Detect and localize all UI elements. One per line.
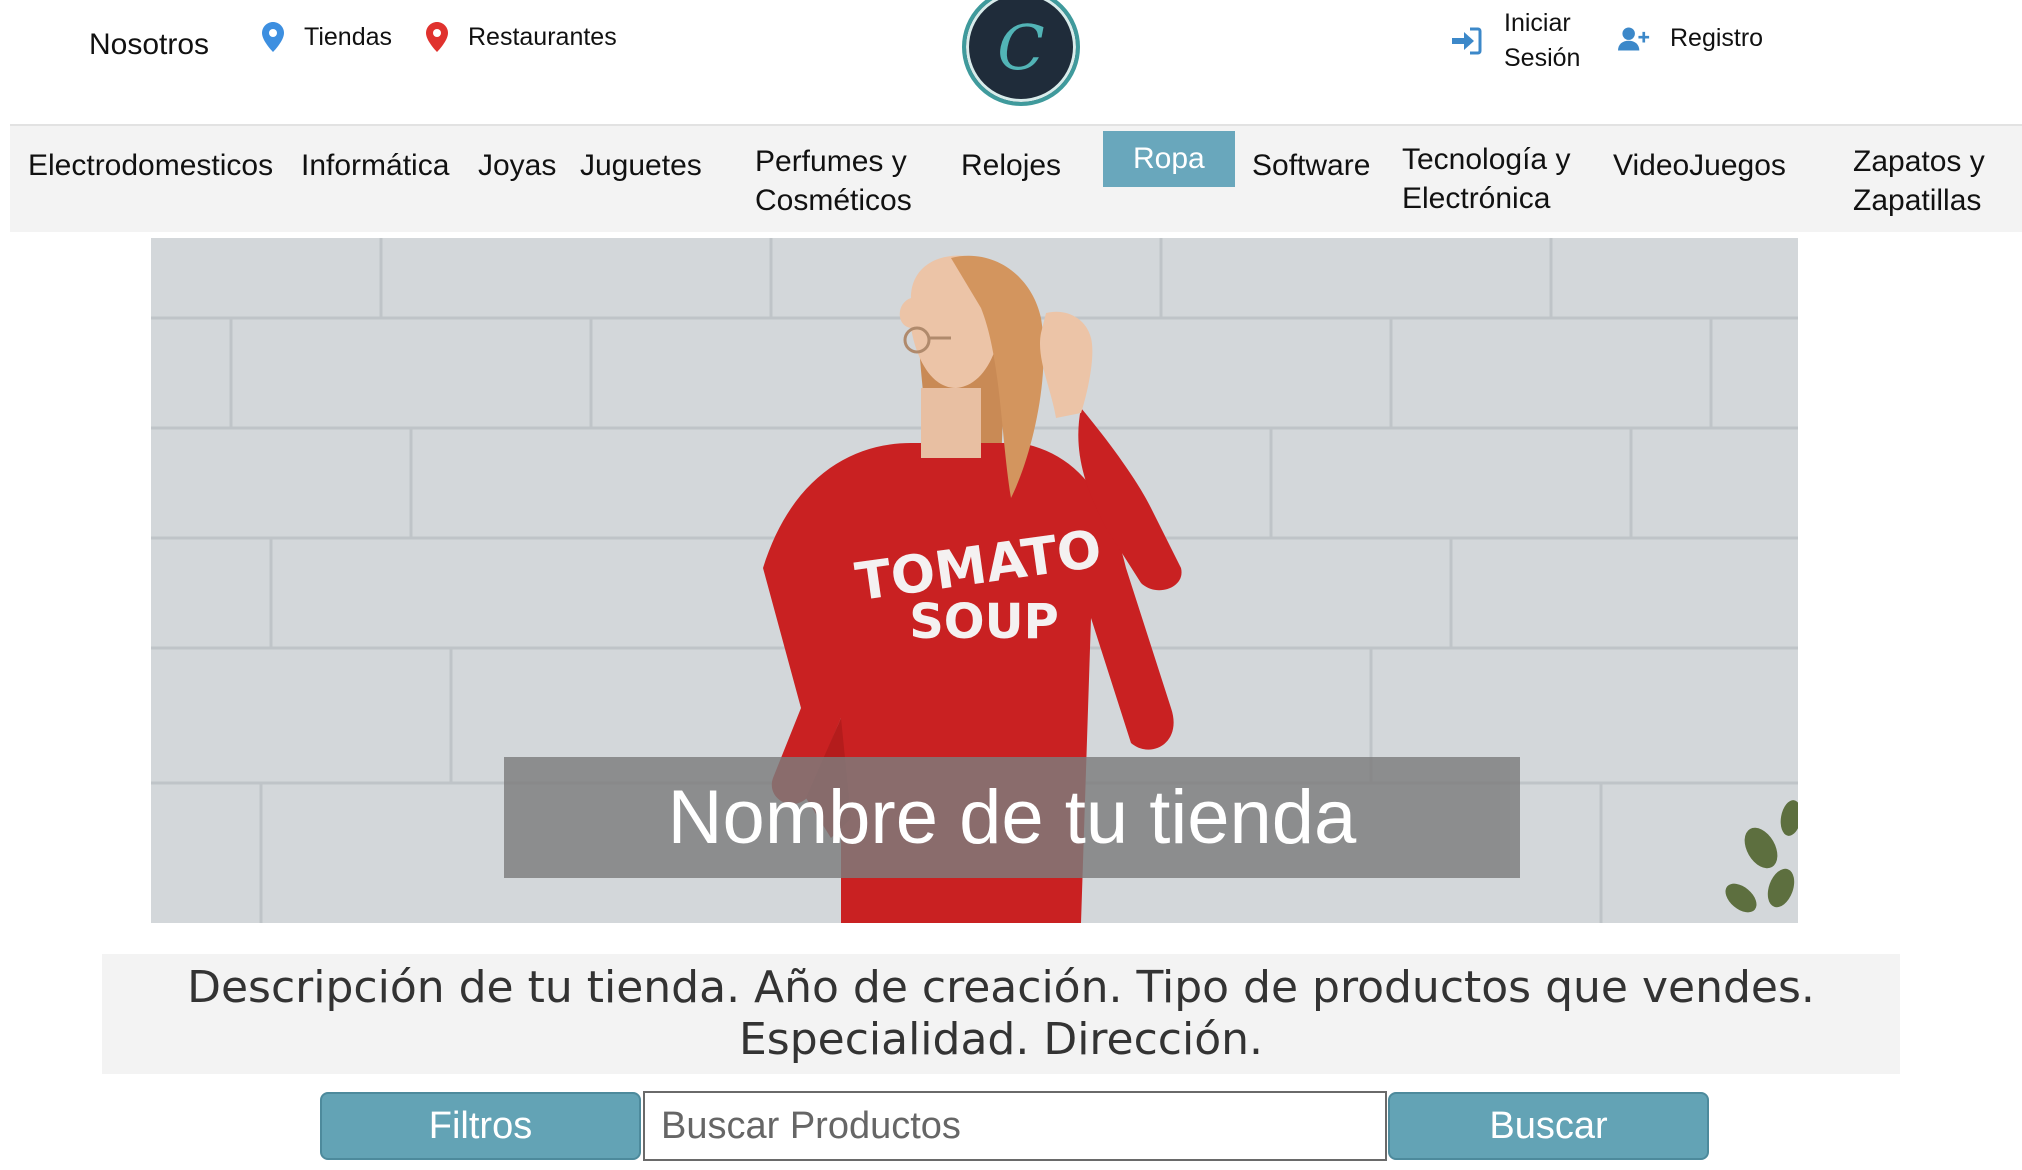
store-banner: TOMATO SOUP Nombre de tu tienda bbox=[151, 238, 1798, 923]
category-label-line-2: Cosméticos bbox=[755, 184, 912, 217]
filters-button[interactable]: Filtros bbox=[320, 1092, 641, 1160]
category-juguetes[interactable]: Juguetes bbox=[580, 146, 702, 185]
tiendas-label: Tiendas bbox=[304, 22, 393, 51]
login-link[interactable]: Iniciar Sesión bbox=[1450, 6, 1580, 76]
category-label: Ropa bbox=[1133, 142, 1205, 175]
map-pin-icon bbox=[426, 22, 448, 52]
category-informatica[interactable]: Informática bbox=[301, 146, 449, 185]
nosotros-label: Nosotros bbox=[89, 28, 210, 61]
registro-label: Registro bbox=[1670, 24, 1764, 52]
category-label-line-1: Perfumes y bbox=[755, 145, 907, 178]
category-label: Juguetes bbox=[580, 149, 702, 182]
category-nav: Electrodomesticos Informática Joyas Jugu… bbox=[10, 124, 2022, 232]
category-joyas[interactable]: Joyas bbox=[478, 146, 556, 185]
user-plus-icon bbox=[1618, 26, 1650, 51]
nav-restaurantes-link[interactable]: Restaurantes bbox=[426, 22, 617, 52]
shirt-print-line-2: SOUP bbox=[909, 594, 1059, 650]
category-label-line-1: Zapatos y bbox=[1853, 145, 1985, 178]
category-label-line-2: Electrónica bbox=[1402, 182, 1551, 215]
category-electrodomesticos[interactable]: Electrodomesticos bbox=[28, 146, 273, 185]
site-logo[interactable]: C bbox=[962, 0, 1080, 106]
sign-in-icon bbox=[1452, 27, 1482, 55]
login-line-2: Sesión bbox=[1504, 44, 1581, 72]
nav-tiendas-link[interactable]: Tiendas bbox=[262, 22, 392, 52]
store-name-title: Nombre de tu tienda bbox=[504, 757, 1520, 878]
store-description-line-2: Especialidad. Dirección. bbox=[738, 1014, 1264, 1065]
category-zapatos-zapatillas[interactable]: Zapatos y Zapatillas bbox=[1853, 142, 1985, 220]
category-relojes[interactable]: Relojes bbox=[961, 146, 1061, 185]
category-label: Informática bbox=[301, 149, 450, 182]
category-tecnologia-electronica[interactable]: Tecnología y Electrónica bbox=[1402, 140, 1570, 218]
top-bar: Nosotros Tiendas Restaurantes C Iniciar … bbox=[0, 0, 2022, 124]
restaurantes-label: Restaurantes bbox=[468, 22, 617, 51]
register-link[interactable]: Registro bbox=[1618, 24, 1763, 53]
category-label-line-2: Zapatillas bbox=[1853, 184, 1982, 217]
category-ropa[interactable]: Ropa bbox=[1103, 131, 1235, 187]
category-software[interactable]: Software bbox=[1252, 146, 1370, 185]
category-perfumes-cosmeticos[interactable]: Perfumes y Cosméticos bbox=[755, 142, 912, 220]
category-label: VideoJuegos bbox=[1613, 149, 1786, 182]
nav-nosotros-link[interactable]: Nosotros bbox=[89, 28, 209, 62]
category-label-line-1: Tecnología y bbox=[1402, 143, 1571, 176]
category-label: Electrodomesticos bbox=[28, 149, 274, 182]
login-line-1: Iniciar bbox=[1504, 9, 1571, 37]
logo-letter: C bbox=[997, 10, 1045, 84]
category-videojuegos[interactable]: VideoJuegos bbox=[1613, 146, 1786, 185]
map-pin-icon bbox=[262, 22, 284, 52]
store-description: Descripción de tu tienda. Año de creació… bbox=[102, 954, 1900, 1074]
search-products-input[interactable] bbox=[643, 1091, 1387, 1161]
search-button[interactable]: Buscar bbox=[1388, 1092, 1709, 1160]
store-description-line-1: Descripción de tu tienda. Año de creació… bbox=[187, 962, 1815, 1013]
category-label: Relojes bbox=[961, 149, 1062, 182]
category-label: Software bbox=[1252, 149, 1371, 182]
login-text: Iniciar Sesión bbox=[1504, 6, 1580, 76]
category-label: Joyas bbox=[478, 149, 557, 182]
